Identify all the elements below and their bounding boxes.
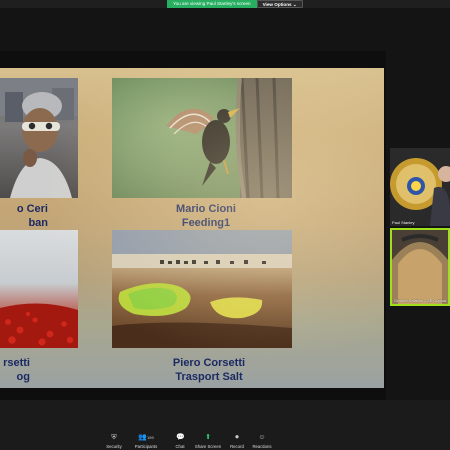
meeting-toolbar: ⛨ Security 👥159 Participants 💬 Chat ⬆ Sh… — [0, 400, 450, 450]
photo-poppy-fog — [0, 230, 78, 348]
participants-label: Participants — [134, 444, 158, 449]
caption-1: o Ceri ban — [0, 202, 48, 230]
reactions-button[interactable]: ☺ Reactions — [242, 434, 282, 449]
caption-4-line1: Piero Corsetti — [172, 357, 246, 369]
photo-bird-feeding — [112, 78, 292, 198]
participant-tile[interactable]: Paul Stanley — [390, 148, 450, 226]
participant-name: Simone Saladini - GE Cupola — [394, 298, 447, 303]
caption-4: Piero Corsetti Trasport Salt — [150, 356, 268, 384]
shield-icon: ⛨ — [111, 434, 117, 441]
caption-3-line1: rsetti — [3, 357, 30, 369]
viewing-banner-text: You are viewing Paul Stanley's screen — [167, 0, 257, 8]
viewing-banner: You are viewing Paul Stanley's screen Vi… — [167, 0, 303, 8]
record-icon: ⏺ — [235, 434, 239, 441]
photo-portrait — [0, 78, 78, 198]
security-label: Security — [106, 444, 122, 449]
reactions-label: Reactions — [252, 444, 272, 449]
reactions-icon: ☺ — [258, 434, 266, 441]
chat-label: Chat — [175, 444, 185, 449]
participant-video — [392, 230, 448, 304]
caption-2: Mario Cioni Feeding1 — [150, 202, 262, 230]
caption-3-line2: og — [16, 371, 30, 383]
participant-tile-active-speaker[interactable]: Simone Saladini - GE Cupola — [390, 228, 450, 306]
participant-video — [390, 148, 450, 226]
chat-icon: 💬 — [176, 434, 185, 441]
caption-3: rsetti og — [0, 356, 30, 384]
photo-salt-caravan — [112, 230, 292, 348]
caption-4-line2: Trasport Salt — [175, 371, 243, 383]
caption-1-line1: o Ceri — [16, 203, 48, 215]
presentation-slide: o Ceri ban Mario Cioni Feeding1 rsetti o… — [0, 68, 384, 388]
caption-1-line2: ban — [28, 217, 48, 229]
caption-2-line1: Mario Cioni — [176, 203, 236, 215]
share-screen-icon: ⬆ — [205, 434, 211, 441]
participant-name: Paul Stanley — [392, 220, 415, 225]
participants-count: 159 — [147, 435, 154, 440]
caption-2-line2: Feeding1 — [181, 217, 231, 229]
view-options-button[interactable]: View Options ⌄ — [256, 0, 303, 8]
